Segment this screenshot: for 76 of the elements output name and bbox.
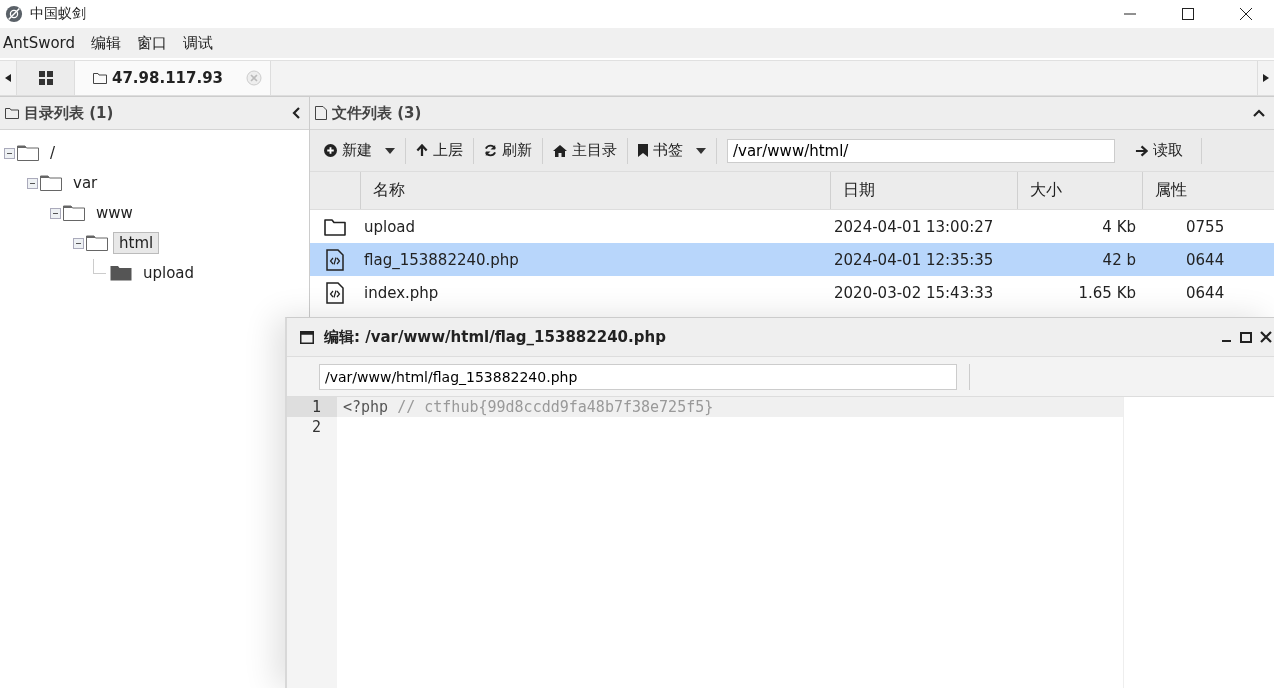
file-name: upload [363, 217, 417, 236]
folder-icon [63, 205, 85, 221]
menu-item[interactable]: AntSword [3, 34, 76, 52]
collapse-toggle-icon[interactable] [73, 237, 84, 249]
plus-circle-icon [324, 144, 337, 157]
app-logo-icon [5, 5, 23, 23]
refresh-icon [484, 144, 497, 157]
maximize-icon[interactable] [1240, 331, 1252, 343]
tree-item[interactable]: upload [137, 262, 201, 284]
collapse-icon[interactable] [292, 107, 300, 119]
tab[interactable]: 47.98.117.93 [75, 61, 272, 95]
triangle-right-icon [1263, 74, 1269, 82]
editor-title: 编辑: /var/www/html/flag_153882240.php [324, 327, 666, 347]
column-header[interactable]: 日期 [830, 172, 1017, 209]
menu-item[interactable]: 调试 [183, 33, 214, 53]
tree-item[interactable]: / [44, 142, 62, 164]
folder-icon [324, 217, 346, 236]
folder-icon [5, 107, 19, 119]
collapse-toggle-icon[interactable] [4, 147, 15, 159]
collapse-toggle-icon[interactable] [27, 177, 38, 189]
caret-icon [696, 147, 706, 154]
tree-item[interactable]: www [90, 202, 139, 224]
window-icon [300, 330, 314, 344]
collapse-toggle-icon[interactable] [50, 207, 61, 219]
toolbar-button[interactable]: 刷新 [474, 137, 542, 164]
arrow-right-icon [1135, 144, 1148, 157]
arrow-up-icon [416, 144, 428, 157]
toolbar-button[interactable]: 上层 [406, 137, 473, 164]
code-line: <?php // ctfhub{99d8ccdd9fa48b7f38e725f5} [343, 398, 714, 416]
grid-icon [38, 71, 53, 85]
column-header[interactable]: 大小 [1017, 172, 1142, 209]
toolbar-button[interactable]: 书签 [628, 137, 716, 164]
file-size: 4 Kb [1101, 217, 1137, 236]
file-icon [315, 106, 327, 120]
panel-title: 文件列表 (3) [332, 103, 422, 123]
window-title: 中国蚁剑 [30, 5, 86, 23]
tree-item[interactable]: var [67, 172, 104, 194]
file-row[interactable]: flag_153882240.php 2024-04-01 12:35:35 42 b 0644 [310, 243, 1274, 276]
line-number: 2 [310, 417, 322, 437]
home-icon [553, 144, 567, 157]
folder-icon [17, 145, 39, 161]
toolbar-button[interactable]: 主目录 [543, 137, 627, 164]
folder-icon [86, 235, 108, 251]
file-mode: 0644 [1185, 250, 1226, 269]
folder-icon [93, 72, 107, 84]
bookmark-icon [638, 144, 648, 157]
toolbar-button[interactable]: 新建 [314, 137, 405, 164]
menu-item[interactable]: 窗口 [137, 33, 168, 53]
code-file-icon [326, 248, 344, 271]
code-file-icon [326, 281, 344, 304]
file-date: 2020-03-02 15:43:33 [833, 283, 995, 302]
triangle-left-icon [5, 74, 11, 82]
caret-icon [385, 147, 395, 154]
file-path-field[interactable]: /var/www/html/flag_153882240.php [319, 363, 957, 390]
read-button[interactable]: 读取 [1125, 137, 1193, 164]
column-header[interactable]: 名称 [360, 172, 830, 209]
tab[interactable] [17, 61, 75, 95]
menu-item[interactable]: 编辑 [91, 33, 122, 53]
close-icon[interactable] [1260, 331, 1272, 343]
file-mode: 0644 [1185, 283, 1226, 302]
file-date: 2024-04-01 13:00:27 [833, 217, 995, 236]
file-date: 2024-04-01 12:35:35 [833, 250, 995, 269]
file-name: flag_153882240.php [363, 250, 520, 269]
folder-icon [40, 175, 62, 191]
close-icon[interactable] [1240, 8, 1252, 20]
path-field[interactable]: /var/www/html/ [727, 138, 1115, 163]
panel-title: 目录列表 (1) [24, 103, 114, 123]
line-number: 1 [287, 397, 337, 417]
file-size: 42 b [1101, 250, 1137, 269]
tree-item[interactable]: html [113, 232, 160, 254]
file-size: 1.65 Kb [1077, 283, 1137, 302]
file-mode: 0755 [1185, 217, 1226, 236]
maximize-icon[interactable] [1182, 8, 1194, 20]
column-header[interactable]: 属性 [1142, 172, 1274, 209]
file-name: index.php [363, 283, 440, 302]
collapse-icon[interactable] [1253, 109, 1265, 117]
